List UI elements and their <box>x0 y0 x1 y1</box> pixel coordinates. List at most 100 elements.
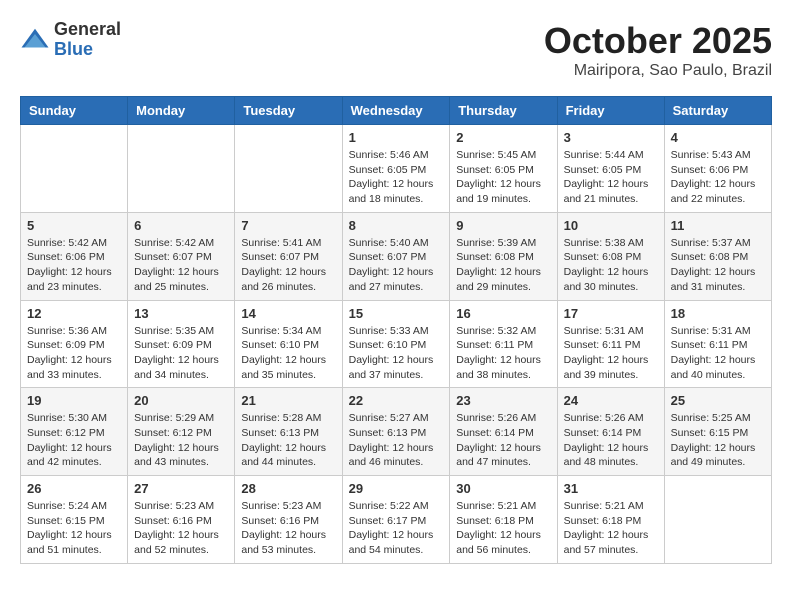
day-number: 25 <box>671 393 765 408</box>
day-info: Sunrise: 5:42 AMSunset: 6:07 PMDaylight:… <box>134 236 228 295</box>
day-info: Sunrise: 5:37 AMSunset: 6:08 PMDaylight:… <box>671 236 765 295</box>
calendar-cell: 15 Sunrise: 5:33 AMSunset: 6:10 PMDayligh… <box>342 300 450 388</box>
day-info: Sunrise: 5:33 AMSunset: 6:10 PMDaylight:… <box>349 324 444 383</box>
day-number: 16 <box>456 306 550 321</box>
calendar-cell: 16 Sunrise: 5:32 AMSunset: 6:11 PMDayligh… <box>450 300 557 388</box>
logo-icon <box>20 25 50 55</box>
day-number: 18 <box>671 306 765 321</box>
calendar-cell: 14Sunrise: 5:34 AMSunset: 6:10 PMDayligh… <box>235 300 342 388</box>
calendar-cell: 18 Sunrise: 5:31 AMSunset: 6:11 PMDayligh… <box>664 300 771 388</box>
day-number: 3 <box>564 130 658 145</box>
logo-text: General Blue <box>54 20 121 60</box>
calendar-cell: 20Sunrise: 5:29 AMSunset: 6:12 PMDayligh… <box>128 388 235 476</box>
calendar-cell: 29 Sunrise: 5:22 AMSunset: 6:17 PMDayligh… <box>342 476 450 564</box>
day-number: 11 <box>671 218 765 233</box>
day-number: 30 <box>456 481 550 496</box>
weekday-header: Saturday <box>664 97 771 125</box>
location: Mairipora, Sao Paulo, Brazil <box>544 62 772 80</box>
day-number: 31 <box>564 481 658 496</box>
day-number: 4 <box>671 130 765 145</box>
day-info: Sunrise: 5:29 AMSunset: 6:12 PMDaylight:… <box>134 411 228 470</box>
day-info: Sunrise: 5:30 AMSunset: 6:12 PMDaylight:… <box>27 411 121 470</box>
day-number: 28 <box>241 481 335 496</box>
day-info: Sunrise: 5:44 AMSunset: 6:05 PMDaylight:… <box>564 148 658 207</box>
day-number: 1 <box>349 130 444 145</box>
day-info: Sunrise: 5:23 AMSunset: 6:16 PMDaylight:… <box>241 499 335 558</box>
day-info: Sunrise: 5:34 AMSunset: 6:10 PMDaylight:… <box>241 324 335 383</box>
logo-general: General <box>54 20 121 40</box>
day-number: 29 <box>349 481 444 496</box>
day-number: 13 <box>134 306 228 321</box>
day-info: Sunrise: 5:43 AMSunset: 6:06 PMDaylight:… <box>671 148 765 207</box>
calendar-cell: 30 Sunrise: 5:21 AMSunset: 6:18 PMDayligh… <box>450 476 557 564</box>
calendar-cell: 7 Sunrise: 5:41 AMSunset: 6:07 PMDaylight… <box>235 212 342 300</box>
logo: General Blue <box>20 20 121 60</box>
day-info: Sunrise: 5:23 AMSunset: 6:16 PMDaylight:… <box>134 499 228 558</box>
day-number: 22 <box>349 393 444 408</box>
calendar-cell: 12Sunrise: 5:36 AMSunset: 6:09 PMDayligh… <box>21 300 128 388</box>
day-number: 23 <box>456 393 550 408</box>
day-info: Sunrise: 5:32 AMSunset: 6:11 PMDaylight:… <box>456 324 550 383</box>
calendar-table: SundayMondayTuesdayWednesdayThursdayFrid… <box>20 96 772 564</box>
calendar-cell: 25Sunrise: 5:25 AMSunset: 6:15 PMDayligh… <box>664 388 771 476</box>
day-info: Sunrise: 5:22 AMSunset: 6:17 PMDaylight:… <box>349 499 444 558</box>
calendar-week-row: 12Sunrise: 5:36 AMSunset: 6:09 PMDayligh… <box>21 300 772 388</box>
day-info: Sunrise: 5:46 AMSunset: 6:05 PMDaylight:… <box>349 148 444 207</box>
calendar-cell <box>235 125 342 213</box>
day-number: 27 <box>134 481 228 496</box>
calendar-cell: 6Sunrise: 5:42 AMSunset: 6:07 PMDaylight… <box>128 212 235 300</box>
calendar-cell: 4 Sunrise: 5:43 AMSunset: 6:06 PMDaylight… <box>664 125 771 213</box>
weekday-header: Monday <box>128 97 235 125</box>
calendar-cell: 1 Sunrise: 5:46 AMSunset: 6:05 PMDaylight… <box>342 125 450 213</box>
day-number: 7 <box>241 218 335 233</box>
day-number: 17 <box>564 306 658 321</box>
title-block: October 2025 Mairipora, Sao Paulo, Brazi… <box>544 20 772 80</box>
day-info: Sunrise: 5:31 AMSunset: 6:11 PMDaylight:… <box>671 324 765 383</box>
day-number: 24 <box>564 393 658 408</box>
day-number: 10 <box>564 218 658 233</box>
day-info: Sunrise: 5:28 AMSunset: 6:13 PMDaylight:… <box>241 411 335 470</box>
calendar-header-row: SundayMondayTuesdayWednesdayThursdayFrid… <box>21 97 772 125</box>
calendar-cell <box>21 125 128 213</box>
calendar-cell: 10 Sunrise: 5:38 AMSunset: 6:08 PMDayligh… <box>557 212 664 300</box>
calendar-week-row: 19 Sunrise: 5:30 AMSunset: 6:12 PMDayligh… <box>21 388 772 476</box>
day-info: Sunrise: 5:45 AMSunset: 6:05 PMDaylight:… <box>456 148 550 207</box>
day-number: 15 <box>349 306 444 321</box>
calendar-cell: 21 Sunrise: 5:28 AMSunset: 6:13 PMDayligh… <box>235 388 342 476</box>
calendar-week-row: 26 Sunrise: 5:24 AMSunset: 6:15 PMDayligh… <box>21 476 772 564</box>
weekday-header: Thursday <box>450 97 557 125</box>
calendar-cell: 24 Sunrise: 5:26 AMSunset: 6:14 PMDayligh… <box>557 388 664 476</box>
calendar-cell: 22 Sunrise: 5:27 AMSunset: 6:13 PMDayligh… <box>342 388 450 476</box>
month-title: October 2025 <box>544 20 772 62</box>
day-number: 21 <box>241 393 335 408</box>
day-number: 12 <box>27 306 121 321</box>
day-number: 5 <box>27 218 121 233</box>
calendar-cell <box>128 125 235 213</box>
day-info: Sunrise: 5:26 AMSunset: 6:14 PMDaylight:… <box>564 411 658 470</box>
calendar-week-row: 5 Sunrise: 5:42 AMSunset: 6:06 PMDaylight… <box>21 212 772 300</box>
day-info: Sunrise: 5:24 AMSunset: 6:15 PMDaylight:… <box>27 499 121 558</box>
day-info: Sunrise: 5:31 AMSunset: 6:11 PMDaylight:… <box>564 324 658 383</box>
day-info: Sunrise: 5:41 AMSunset: 6:07 PMDaylight:… <box>241 236 335 295</box>
weekday-header: Friday <box>557 97 664 125</box>
calendar-week-row: 1 Sunrise: 5:46 AMSunset: 6:05 PMDaylight… <box>21 125 772 213</box>
day-info: Sunrise: 5:42 AMSunset: 6:06 PMDaylight:… <box>27 236 121 295</box>
calendar-cell: 3 Sunrise: 5:44 AMSunset: 6:05 PMDaylight… <box>557 125 664 213</box>
calendar-cell: 2Sunrise: 5:45 AMSunset: 6:05 PMDaylight… <box>450 125 557 213</box>
calendar-cell: 26 Sunrise: 5:24 AMSunset: 6:15 PMDayligh… <box>21 476 128 564</box>
page-header: General Blue October 2025 Mairipora, Sao… <box>20 20 772 80</box>
calendar-cell: 13 Sunrise: 5:35 AMSunset: 6:09 PMDayligh… <box>128 300 235 388</box>
day-number: 26 <box>27 481 121 496</box>
day-info: Sunrise: 5:38 AMSunset: 6:08 PMDaylight:… <box>564 236 658 295</box>
calendar-cell: 5 Sunrise: 5:42 AMSunset: 6:06 PMDaylight… <box>21 212 128 300</box>
day-number: 19 <box>27 393 121 408</box>
day-info: Sunrise: 5:40 AMSunset: 6:07 PMDaylight:… <box>349 236 444 295</box>
calendar-cell <box>664 476 771 564</box>
weekday-header: Tuesday <box>235 97 342 125</box>
calendar-cell: 8Sunrise: 5:40 AMSunset: 6:07 PMDaylight… <box>342 212 450 300</box>
day-info: Sunrise: 5:27 AMSunset: 6:13 PMDaylight:… <box>349 411 444 470</box>
calendar-cell: 23Sunrise: 5:26 AMSunset: 6:14 PMDayligh… <box>450 388 557 476</box>
day-info: Sunrise: 5:35 AMSunset: 6:09 PMDaylight:… <box>134 324 228 383</box>
day-info: Sunrise: 5:21 AMSunset: 6:18 PMDaylight:… <box>456 499 550 558</box>
weekday-header: Wednesday <box>342 97 450 125</box>
